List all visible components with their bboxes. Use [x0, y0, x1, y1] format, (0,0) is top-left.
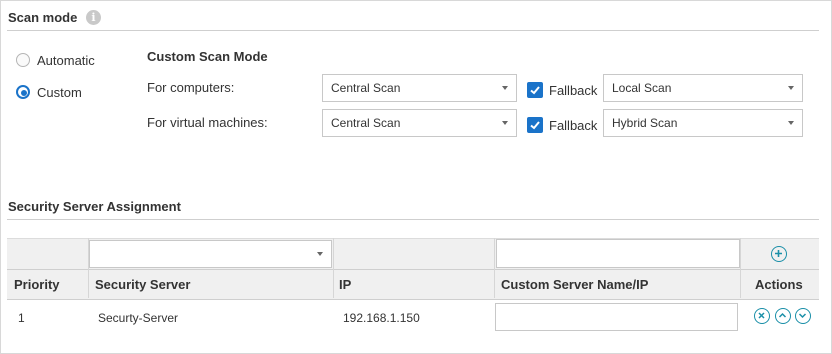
check-icon — [530, 121, 540, 130]
chevron-down-icon — [788, 121, 794, 125]
computers-scan-select[interactable]: Central Scan — [322, 74, 517, 102]
vms-scan-select[interactable]: Central Scan — [322, 109, 517, 137]
close-icon — [758, 312, 765, 319]
custom-server-name-input[interactable] — [496, 239, 740, 268]
chevron-down-icon — [788, 86, 794, 90]
computers-fallback-checkbox[interactable] — [527, 82, 543, 98]
chevron-down-icon — [502, 121, 508, 125]
scan-mode-title: Scan mode — [8, 10, 78, 25]
add-server-button[interactable] — [771, 246, 787, 262]
chevron-up-icon — [778, 312, 787, 318]
vms-fallback-select[interactable]: Hybrid Scan — [603, 109, 803, 137]
column-security-server[interactable]: Security Server — [95, 270, 190, 299]
row-custom-server-input[interactable] — [495, 303, 738, 331]
policy-panel — [0, 0, 832, 354]
computers-fallback-select[interactable]: Local Scan — [603, 74, 803, 102]
chevron-down-icon — [502, 86, 508, 90]
info-icon[interactable]: i — [86, 10, 101, 25]
chevron-down-icon — [798, 313, 807, 319]
custom-radio-label[interactable]: Custom — [37, 85, 82, 100]
plus-icon — [775, 250, 782, 257]
vms-fallback-value: Hybrid Scan — [612, 116, 678, 130]
vms-fallback-label: Fallback — [549, 118, 598, 133]
computers-fallback-value: Local Scan — [612, 81, 672, 95]
chevron-down-icon — [317, 252, 323, 256]
move-down-button[interactable] — [795, 308, 811, 324]
vms-scan-value: Central Scan — [331, 116, 401, 130]
automatic-radio-label[interactable]: Automatic — [37, 53, 95, 68]
check-icon — [530, 86, 540, 95]
column-actions: Actions — [755, 277, 803, 292]
computers-scan-value: Central Scan — [331, 81, 401, 95]
assignment-title: Security Server Assignment — [8, 199, 181, 214]
for-computers-label: For computers: — [147, 80, 235, 95]
column-divider — [88, 238, 89, 298]
column-divider — [333, 238, 334, 298]
computers-fallback-label: Fallback — [549, 83, 598, 98]
column-ip[interactable]: IP — [339, 270, 351, 299]
column-priority[interactable]: Priority — [14, 270, 60, 299]
column-custom-server-name[interactable]: Custom Server Name/IP — [501, 270, 648, 299]
vms-fallback-checkbox[interactable] — [527, 117, 543, 133]
move-up-button[interactable] — [775, 308, 791, 324]
divider — [7, 219, 819, 220]
divider — [7, 30, 819, 31]
for-virtual-machines-label: For virtual machines: — [147, 115, 268, 130]
custom-radio[interactable] — [16, 85, 30, 99]
remove-server-button[interactable] — [754, 308, 770, 324]
row-security-server: Securty-Server — [98, 311, 179, 325]
automatic-radio[interactable] — [16, 53, 30, 67]
row-priority: 1 — [18, 311, 25, 325]
custom-scan-mode-heading: Custom Scan Mode — [147, 49, 268, 64]
column-divider — [740, 238, 741, 298]
security-server-select[interactable] — [89, 240, 332, 268]
row-ip: 192.168.1.150 — [343, 311, 420, 325]
column-divider — [494, 238, 495, 298]
table-header: Priority Security Server IP Custom Serve… — [7, 269, 819, 300]
